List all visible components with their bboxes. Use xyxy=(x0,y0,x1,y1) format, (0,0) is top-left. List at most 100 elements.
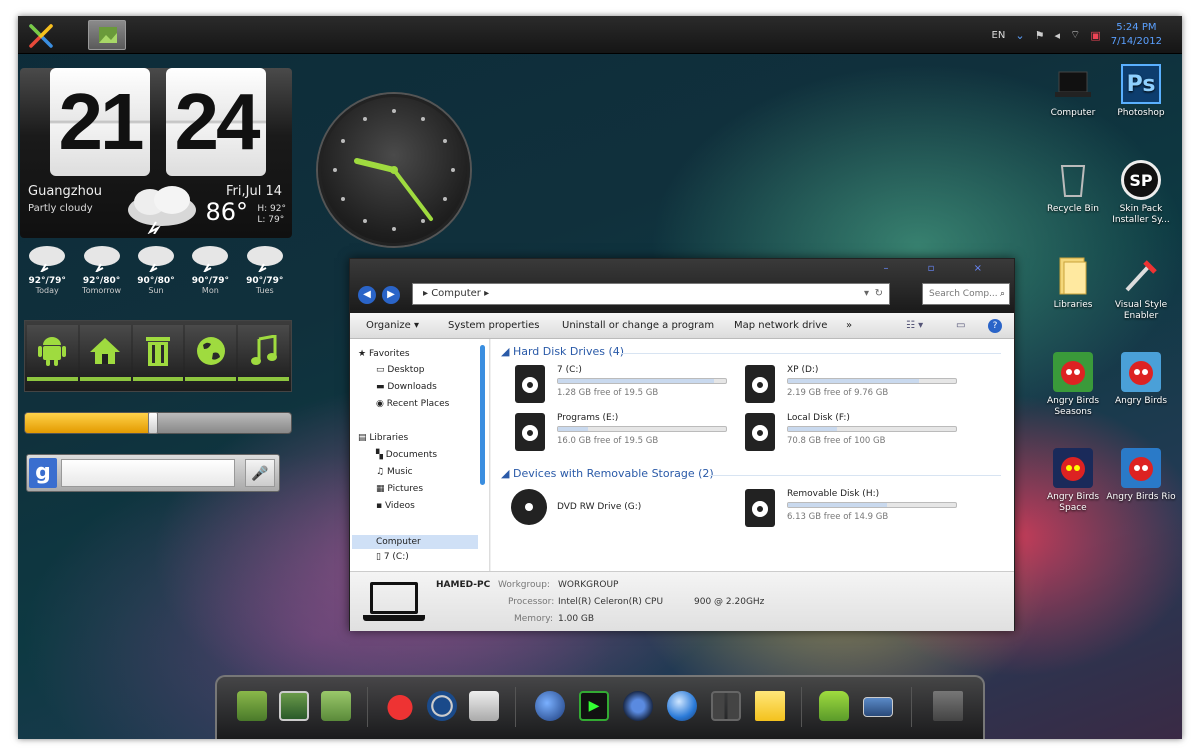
nav-favorites[interactable]: ★ Favorites xyxy=(358,349,410,359)
photo-frame-icon[interactable] xyxy=(279,691,309,721)
search-icon[interactable]: ⌕ xyxy=(1000,284,1005,304)
window-controls[interactable]: – ▫ × xyxy=(883,263,1000,274)
navigation-scrollbar[interactable] xyxy=(480,345,485,485)
globe-icon[interactable] xyxy=(185,325,237,381)
home-icon[interactable] xyxy=(79,325,131,381)
battery-icon[interactable]: ▣ xyxy=(1090,29,1100,42)
group-hard-disk-drives[interactable]: ◢ Hard Disk Drives (4) xyxy=(501,345,624,358)
android-jar-icon[interactable] xyxy=(819,691,849,721)
address-bar[interactable]: ▸ Computer ▸ ▾ ↻ xyxy=(412,283,890,305)
music-icon[interactable] xyxy=(238,325,289,381)
nav-label: 7 (C:) xyxy=(383,552,409,562)
group-removable-storage[interactable]: ◢ Devices with Removable Storage (2) xyxy=(501,467,714,480)
view-options-icon[interactable]: ☷ ▾ xyxy=(906,320,923,331)
back-arrow-icon[interactable]: ◀ xyxy=(358,286,376,304)
uninstall-program-button[interactable]: Uninstall or change a program xyxy=(562,320,714,331)
desktop-icon-angry-birds-space[interactable]: Angry Birds Space xyxy=(1038,448,1108,514)
drive-item[interactable]: XP (D:) 2.19 GB free of 9.76 GB xyxy=(745,365,975,409)
speaker-icon[interactable] xyxy=(623,691,653,721)
dvd-drive-item[interactable]: DVD RW Drive (G:) xyxy=(511,489,741,533)
window-switcher-icon[interactable] xyxy=(711,691,741,721)
flag-icon[interactable]: ⚑ xyxy=(1035,29,1045,42)
nav-documents[interactable]: ▚ Documents xyxy=(376,450,437,460)
nav-desktop[interactable]: ▭ Desktop xyxy=(376,365,425,375)
desktop-icon-label: Photoshop xyxy=(1117,108,1165,118)
tray-clock[interactable]: 5:24 PM 7/14/2012 xyxy=(1111,21,1162,49)
removable-disk-icon xyxy=(745,489,775,527)
nav-label: Downloads xyxy=(387,382,437,392)
network-icon[interactable]: ⌔ xyxy=(1070,28,1080,42)
desktop-icon-recycle-bin[interactable]: Recycle Bin xyxy=(1038,160,1108,215)
microphone-icon[interactable]: 🎤 xyxy=(245,459,275,487)
nav-label: Pictures xyxy=(387,484,424,494)
workgroup-label: Workgroup: xyxy=(498,580,550,590)
drive-free-space: 6.13 GB free of 14.9 GB xyxy=(787,512,889,522)
volume-slider[interactable] xyxy=(24,412,292,434)
organize-button[interactable]: Organize ▾ xyxy=(366,320,419,331)
refresh-icon[interactable]: ↻ xyxy=(875,284,883,304)
display-icon[interactable] xyxy=(863,697,893,717)
angry-birds-icon[interactable] xyxy=(385,691,415,721)
media-player-icon[interactable]: ▶ xyxy=(579,691,609,721)
storm-cloud-icon xyxy=(128,186,196,234)
system-properties-button[interactable]: System properties xyxy=(448,320,540,331)
nav-label: Videos xyxy=(384,501,415,511)
nav-drive-c[interactable]: ▯ 7 (C:) xyxy=(376,552,409,562)
desktop-icon-angry-birds[interactable]: Angry Birds xyxy=(1106,352,1176,407)
search-box[interactable]: Search Comp... ⌕ xyxy=(922,283,1010,305)
nav-pictures[interactable]: ▦ Pictures xyxy=(376,484,423,494)
dvd-icon xyxy=(511,489,547,525)
browser-globe-icon[interactable] xyxy=(535,691,565,721)
android-icon[interactable] xyxy=(27,325,78,381)
document-icon: ▚ xyxy=(376,450,386,460)
nav-recent-places[interactable]: ◉ Recent Places xyxy=(376,399,449,409)
chevron-down-icon[interactable]: ⌄ xyxy=(1015,29,1024,42)
google-search-input[interactable] xyxy=(61,459,235,487)
library-icon: ▤ xyxy=(358,433,370,443)
volume-slider-handle[interactable] xyxy=(147,412,158,434)
nav-libraries[interactable]: ▤ Libraries xyxy=(358,433,408,443)
desktop-icon-computer[interactable]: Computer xyxy=(1038,64,1108,119)
trash-icon[interactable] xyxy=(933,691,963,721)
memory-label: Memory: xyxy=(514,614,553,624)
desktop-icon-angry-birds-seasons[interactable]: Angry Birds Seasons xyxy=(1038,352,1108,418)
explorer-titlebar[interactable]: – ▫ × ◀ ▶ ▸ Computer ▸ ▾ ↻ Search Comp..… xyxy=(350,259,1014,313)
language-indicator[interactable]: EN xyxy=(992,30,1006,41)
more-commands-button[interactable]: » xyxy=(846,320,852,331)
orb-icon[interactable] xyxy=(667,691,697,721)
help-icon[interactable]: ? xyxy=(988,319,1002,333)
nav-videos[interactable]: ▪ Videos xyxy=(376,501,415,511)
nav-downloads[interactable]: ▬ Downloads xyxy=(376,382,437,392)
preview-pane-icon[interactable]: ▭ xyxy=(956,320,965,331)
forward-arrow-icon[interactable]: ▶ xyxy=(382,286,400,304)
nav-music[interactable]: ♫ Music xyxy=(376,467,413,477)
google-logo-icon[interactable]: g xyxy=(29,458,57,488)
weather-clock-widget[interactable]: 21 24 Guangzhou Partly cloudy Fri,Jul 14… xyxy=(20,68,292,238)
drive-item[interactable]: 7 (C:) 1.28 GB free of 19.5 GB xyxy=(515,365,745,409)
taskbar-image-viewer-button[interactable] xyxy=(88,20,126,50)
desktop-icon-visual-style[interactable]: Visual Style Enabler xyxy=(1106,256,1176,322)
sticky-note-icon[interactable] xyxy=(755,691,785,721)
drive-item[interactable]: Local Disk (F:) 70.8 GB free of 100 GB xyxy=(745,413,975,457)
gallery-icon[interactable] xyxy=(321,691,351,721)
volume-icon[interactable]: ◂ xyxy=(1054,29,1060,42)
forecast-day-name: Tomorrow xyxy=(82,286,121,295)
map-network-drive-button[interactable]: Map network drive xyxy=(734,320,827,331)
desktop-icon-skin-pack[interactable]: SP Skin Pack Installer Sy... xyxy=(1106,160,1176,226)
drive-item[interactable]: Programs (E:) 16.0 GB free of 19.5 GB xyxy=(515,413,745,457)
trash-icon[interactable] xyxy=(132,325,184,381)
desktop-icon-libraries[interactable]: Libraries xyxy=(1038,256,1108,311)
forecast-temps: 90°/79° xyxy=(246,276,284,286)
clock-minute: 24 xyxy=(166,68,266,176)
chevron-down-icon[interactable]: ▾ xyxy=(864,284,869,304)
desktop-icon-label: Skin Pack Installer Sy... xyxy=(1112,204,1170,225)
start-logo-icon[interactable] xyxy=(28,23,54,49)
desktop-icon-angry-birds-rio[interactable]: Angry Birds Rio xyxy=(1106,448,1176,503)
camera-icon[interactable] xyxy=(469,691,499,721)
removable-drive-item[interactable]: Removable Disk (H:) 6.13 GB free of 14.9… xyxy=(745,489,975,533)
compass-icon[interactable] xyxy=(427,691,457,721)
nav-computer[interactable]: Computer xyxy=(352,535,478,549)
drive-usage-bar xyxy=(787,502,957,508)
image-viewer-icon[interactable] xyxy=(237,691,267,721)
desktop-icon-photoshop[interactable]: Ps Photoshop xyxy=(1106,64,1176,119)
